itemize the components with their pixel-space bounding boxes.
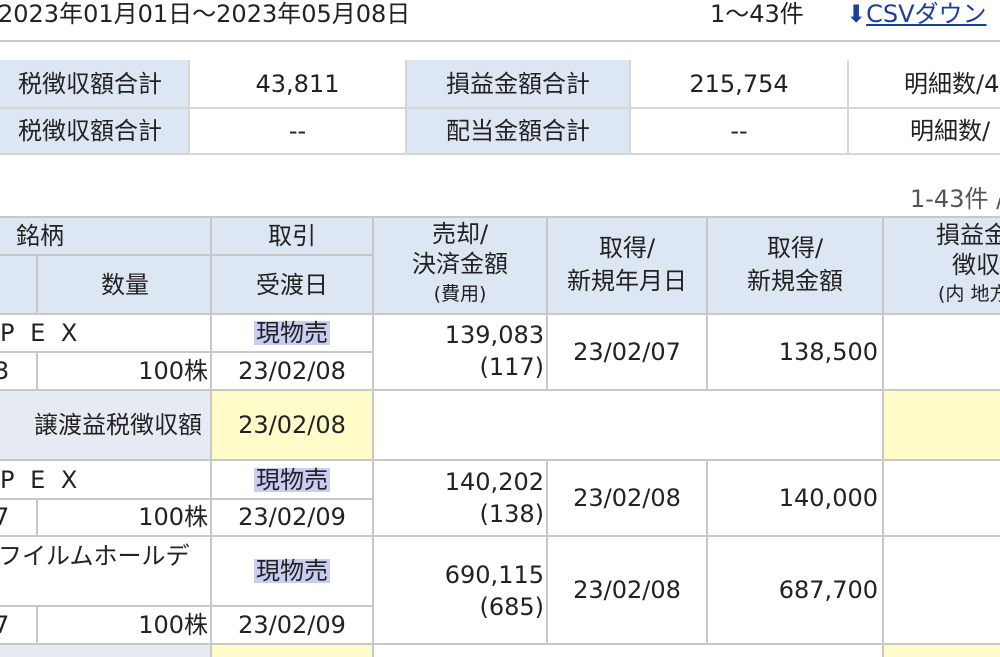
row1-acq-amount: 138,500 [778,338,878,366]
tax-row-date: 23/02/08 [238,411,346,439]
row1-amount: 139,083 [444,321,544,349]
row2-fee: (138) [479,500,544,528]
row3-acq-amount: 687,700 [778,576,878,604]
header-shutoku-date-line1: 取得/ [598,234,656,262]
header-shutoku-date-line2: 新規年月日 [567,267,687,295]
row3-fee: (685) [479,593,544,621]
header-baikyaku-line1: 売却/ [431,220,489,248]
row2-stock-name[interactable]: P E X [0,463,81,497]
summary-label-local-tax-total: 税徴収額合計 [18,117,162,145]
download-icon: ⬇ [846,0,867,28]
summary-detail-count-1: 明細数/4 [904,69,1000,98]
header-baikyaku-line3: (費用) [433,282,487,305]
header-soneki-line1: 損益金 [936,221,1000,249]
csv-download-label: CSVダウン [866,0,987,28]
row3-trade-type: 現物売 [254,557,330,585]
header-shutoku-date: 取得/ 新規年月日 [548,232,706,302]
summary-label-tax-total: 税徴収額合計 [18,69,162,98]
divider [0,40,1000,42]
header-soneki-line3: (内 地方 [938,282,1000,305]
row2-quantity: 100株 [138,503,208,531]
row1-stock-name[interactable]: P E X [0,316,81,350]
date-range: 2023年01月01日〜2023年05月08日 [0,0,411,28]
row2-delivery-date: 23/02/09 [238,503,346,531]
row3-acq-date: 23/02/08 [573,576,681,604]
header-shutoku-amount-line2: 新規金額 [747,267,843,295]
row1-fee: (117) [479,353,544,381]
header-baikyaku-line2: 決済金額 [412,250,508,278]
row2-trade-type: 現物売 [254,466,330,494]
summary-label-dividend-total: 配当金額合計 [446,117,590,145]
row1-stock-code: 3 [0,357,10,385]
header-ukewatashi: 受渡日 [256,270,328,299]
row3-stock-code: 7 [0,611,10,639]
row3-quantity: 100株 [138,611,208,639]
csv-download-link[interactable]: ⬇CSVダウン [846,2,987,26]
summary-label-profit-total: 損益金額合計 [446,69,590,98]
row1-acq-date: 23/02/07 [573,338,681,366]
summary-detail-count-2: 明細数/ [910,117,991,145]
row3-stock-name[interactable]: フイルムホールデ [0,539,190,573]
page-range-label: 1-43件 / [910,185,1000,213]
row2-stock-code: 7 [0,503,10,531]
summary-value-tax-total: 43,811 [255,69,340,98]
summary-value-dividend-total: -- [730,117,748,145]
header-shutoku-amount-line1: 取得/ [766,234,824,262]
header-baikyaku: 売却/ 決済金額 (費用) [374,220,546,312]
row3-delivery-date: 23/02/09 [238,611,346,639]
summary-value-profit-total: 215,754 [689,69,789,98]
tax-row-label: 譲渡益税徴収額 [34,411,202,439]
row1-quantity: 100株 [138,357,208,385]
summary-value-local-tax-total: -- [288,117,307,145]
row2-acq-amount: 140,000 [778,484,878,512]
header-soneki: 損益金 徴収 (内 地方 [884,220,1000,312]
header-meigara: 銘柄 [16,221,64,250]
result-count: 1〜43件 [710,0,804,28]
row1-trade-type: 現物売 [254,319,330,347]
header-torihiki: 取引 [268,221,316,250]
row2-amount: 140,202 [444,468,544,496]
header-suryo: 数量 [101,270,149,299]
row1-delivery-date: 23/02/08 [238,357,346,385]
row2-acq-date: 23/02/08 [573,484,681,512]
header-shutoku-amount: 取得/ 新規金額 [708,232,882,302]
header-soneki-line2: 徴収 [952,251,1000,279]
row3-amount: 690,115 [444,561,544,589]
